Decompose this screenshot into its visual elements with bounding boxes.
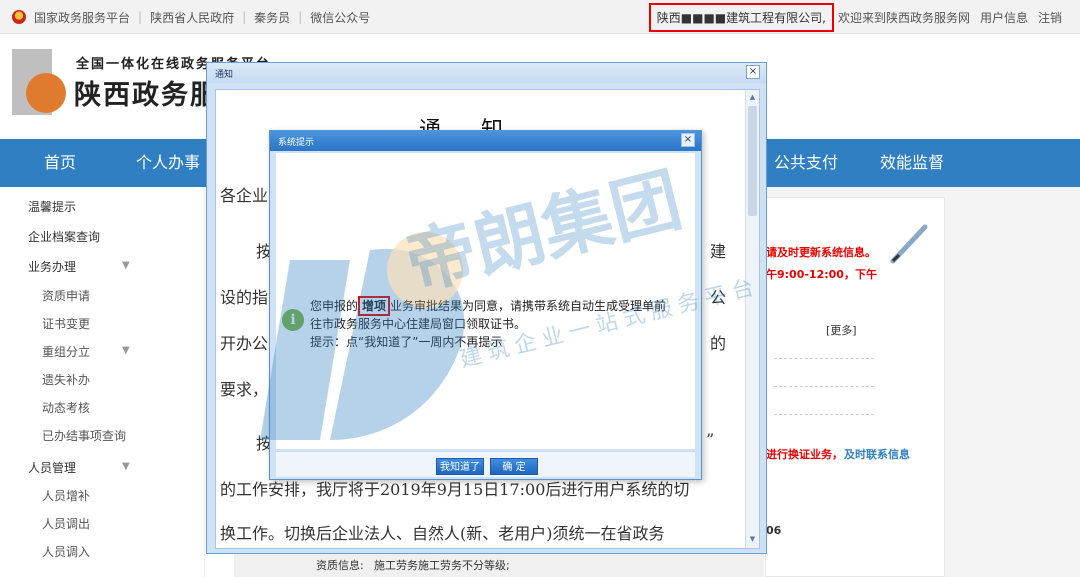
sidebar-item-completed-query[interactable]: 已办结事项查询	[42, 427, 126, 444]
office-hours-notice: 午9:00-12:00，下午	[766, 268, 877, 281]
chevron-down-icon[interactable]: ▼	[122, 345, 130, 356]
right-notice-panel: 请及时更新系统信息。 午9:00-12:00，下午 [更多] 进行换证业务， 及…	[765, 187, 1080, 577]
notice-line: 各企业	[220, 186, 269, 205]
notice-line: 要求，	[220, 380, 269, 399]
sidebar-item-certificate-change[interactable]: 证书变更	[42, 315, 90, 332]
close-icon[interactable]: ×	[746, 65, 760, 79]
notice-window-title: 通知	[215, 70, 234, 80]
nav-efficiency-supervision[interactable]: 效能监督	[880, 139, 944, 187]
message-text: 您申报的	[310, 299, 359, 313]
link-shaanxi-government[interactable]: 陕西省人民政府	[150, 9, 234, 26]
qualification-label: 资质信息:	[316, 559, 364, 572]
notice-fragment: ”	[706, 430, 715, 449]
scroll-up-icon[interactable]: ▲	[748, 93, 757, 103]
notice-scrollbar[interactable]: ▲ ▼	[745, 90, 759, 548]
highlighted-item-type: 增项	[358, 296, 391, 316]
nav-public-payment[interactable]: 公共支付	[774, 139, 838, 187]
dialog-footer: 我知道了 确 定	[276, 451, 695, 477]
confirm-button[interactable]: 确 定	[490, 458, 538, 475]
got-it-button[interactable]: 我知道了	[436, 458, 484, 475]
qualification-value: 施工劳务施工劳务不分等级;	[374, 559, 510, 572]
pen-icon	[890, 224, 928, 264]
sidebar-item-personnel-add[interactable]: 人员增补	[42, 487, 90, 504]
chevron-down-icon[interactable]: ▼	[122, 461, 130, 472]
sidebar-item-personnel-out[interactable]: 人员调出	[42, 515, 90, 532]
divider: |	[242, 10, 247, 24]
scrollbar-thumb[interactable]	[748, 106, 757, 216]
link-wechat[interactable]: 微信公众号	[310, 9, 370, 26]
qualification-row: 资质信息: 施工劳务施工劳务不分等级;	[234, 553, 764, 577]
notice-titlebar[interactable]: 通知 ×	[207, 63, 766, 83]
notice-fragment: 建	[710, 242, 727, 261]
top-bar: 国家政务服务平台 | 陕西省人民政府 | 秦务员 | 微信公众号 陕西■■■■建…	[0, 0, 1080, 34]
sidebar-item-tips[interactable]: 温馨提示	[28, 198, 76, 215]
close-icon[interactable]: ×	[681, 133, 695, 147]
divider	[774, 414, 874, 415]
exchange-notice: 进行换证业务，	[766, 448, 843, 461]
logout-link[interactable]: 注销	[1038, 9, 1062, 26]
message-line-3: 提示：点“我知道了”一周内不再提示	[310, 335, 503, 349]
link-qinwuyuan[interactable]: 秦务员	[254, 9, 290, 26]
sidebar-item-business[interactable]: 业务办理	[28, 258, 76, 275]
message-text: 业务审批结果为同意，请携带系统自动生成受理单前	[390, 299, 667, 313]
logo-orange-circle	[26, 73, 66, 113]
divider	[774, 386, 874, 387]
notice-line: 换工作。切换后企业法人、自然人(新、老用户)须统一在省政务	[220, 524, 665, 543]
sidebar-item-enterprise-archive[interactable]: 企业档案查询	[28, 228, 100, 245]
dialog-titlebar[interactable]: 系统提示 ×	[270, 131, 701, 151]
user-info-link[interactable]: 用户信息	[980, 9, 1028, 26]
sidebar-item-dynamic-review[interactable]: 动态考核	[42, 399, 90, 416]
dialog-title: 系统提示	[278, 138, 315, 148]
company-name: 陕西■■■■建筑工程有限公司,	[648, 2, 834, 32]
divider	[774, 358, 874, 359]
top-links: 国家政务服务平台 | 陕西省人民政府 | 秦务员 | 微信公众号	[12, 0, 378, 34]
notice-line: 开办公	[220, 334, 269, 353]
scroll-down-icon[interactable]: ▼	[748, 535, 757, 545]
sidebar-item-reorganize[interactable]: 重组分立	[42, 343, 90, 360]
chevron-down-icon[interactable]: ▼	[122, 260, 130, 271]
system-update-notice: 请及时更新系统信息。	[766, 246, 876, 259]
message-line-2: 往市政务服务中心住建局窗口领取证书。	[310, 317, 527, 331]
contact-info-link[interactable]: 及时联系信息	[844, 446, 910, 462]
link-national-platform[interactable]: 国家政务服务平台	[34, 9, 130, 26]
divider: |	[298, 10, 303, 24]
notice-fragment: 的	[710, 334, 727, 353]
system-prompt-dialog: 系统提示 × i 您申报的 增项 业务审批结果为同意，请携带系统自动生成受理单前 往…	[269, 130, 702, 480]
welcome-text: 欢迎来到陕西政务服务网	[837, 10, 970, 25]
top-user-area: 陕西■■■■建筑工程有限公司, 欢迎来到陕西政务服务网 用户信息 注销	[639, 0, 1062, 34]
dialog-content: i 您申报的 增项 业务审批结果为同意，请携带系统自动生成受理单前 往市政务服务中心…	[276, 153, 695, 449]
notice-line: 设的指	[220, 288, 269, 307]
sidebar-item-qualification-apply[interactable]: 资质申请	[42, 287, 90, 304]
platform-title: 陕西政务服	[74, 80, 219, 111]
site-logo[interactable]	[12, 49, 68, 117]
message-line-1: 您申报的 增项 业务审批结果为同意，请携带系统自动生成受理单前	[310, 296, 667, 316]
sidebar: 温馨提示 企业档案查询 业务办理 ▼ 资质申请 证书变更 重组分立 ▼ 遗失补办…	[0, 187, 205, 577]
nav-personal-affairs[interactable]: 个人办事	[136, 139, 200, 187]
divider: |	[138, 10, 143, 24]
sidebar-item-lost-reissue[interactable]: 遗失补办	[42, 371, 90, 388]
info-number: 06	[766, 524, 782, 537]
national-emblem-icon	[12, 10, 26, 24]
info-icon: i	[282, 309, 304, 331]
notice-fragment: 公	[710, 288, 727, 307]
nav-home[interactable]: 首页	[44, 139, 76, 187]
more-link[interactable]: [更多]	[826, 322, 857, 338]
sidebar-item-personnel[interactable]: 人员管理	[28, 459, 76, 476]
sidebar-item-personnel-in[interactable]: 人员调入	[42, 543, 90, 560]
